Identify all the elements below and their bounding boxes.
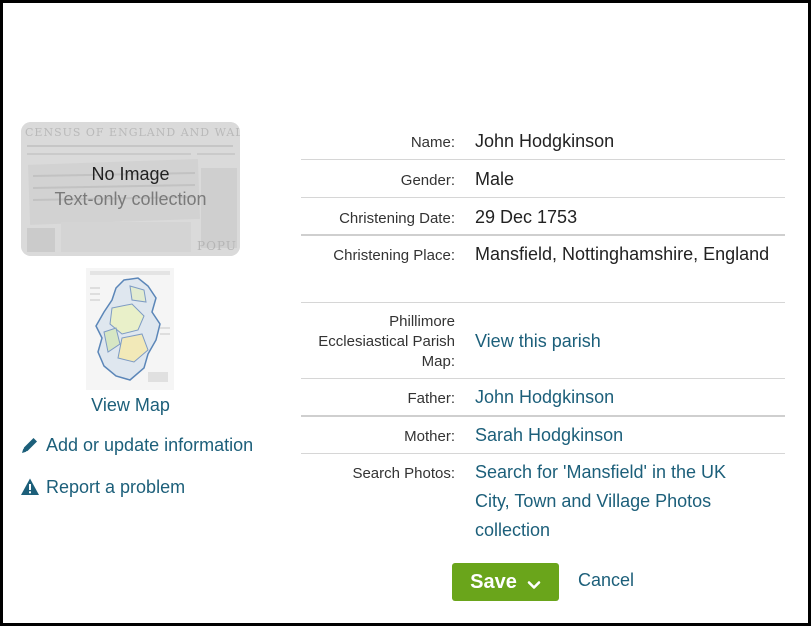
christening-place-label: Christening Place: xyxy=(333,247,455,264)
christening-place-value: Mansfield, Nottinghamshire, England xyxy=(475,244,770,264)
search-photos-link[interactable]: Search for 'Mansfield' in the UK City, T… xyxy=(475,454,785,550)
search-photos-label: Search Photos: xyxy=(352,465,455,482)
warning-icon xyxy=(20,477,40,497)
record-details-table: Name: John Hodgkinson Gender: Male Chris… xyxy=(301,122,785,550)
svg-text:CENSUS OF ENGLAND AND WALES.: CENSUS OF ENGLAND AND WALES. xyxy=(25,126,240,139)
detail-row-father: Father: John Hodgkinson xyxy=(301,379,785,417)
gender-label: Gender: xyxy=(400,172,455,189)
christening-date-label: Christening Date: xyxy=(339,210,455,227)
pencil-icon xyxy=(20,435,40,455)
report-problem-label: Report a problem xyxy=(46,476,186,497)
save-button[interactable]: Save xyxy=(452,563,559,601)
report-problem-link[interactable]: Report a problem xyxy=(20,474,185,500)
add-update-information-label: Add or update information xyxy=(46,434,254,455)
father-link[interactable]: John Hodgkinson xyxy=(475,379,785,415)
view-this-parish-link[interactable]: View this parish xyxy=(475,303,785,378)
record-image-placeholder: CENSUS OF ENGLAND AND WALES. POPU No Ima… xyxy=(21,122,240,256)
text-only-collection-label: Text-only collection xyxy=(54,189,207,209)
detail-row-name: Name: John Hodgkinson xyxy=(301,122,785,160)
mother-label: Mother: xyxy=(404,428,455,445)
detail-row-mother: Mother: Sarah Hodgkinson xyxy=(301,417,785,454)
detail-row-gender: Gender: Male xyxy=(301,160,785,198)
view-map-link[interactable]: View Map xyxy=(21,393,240,417)
father-label: Father: xyxy=(407,390,455,407)
chevron-down-icon xyxy=(527,575,541,589)
parish-map-label: Phillimore Ecclesiastical Parish Map: xyxy=(318,313,455,370)
no-image-text-block: No Image Text-only collection xyxy=(21,162,240,212)
mother-link[interactable]: Sarah Hodgkinson xyxy=(475,417,785,453)
detail-row-christening-place: Christening Place: Mansfield, Nottingham… xyxy=(301,236,785,303)
add-update-information-link[interactable]: Add or update information xyxy=(20,432,253,458)
svg-text:POPU: POPU xyxy=(197,239,237,253)
save-button-label: Save xyxy=(470,570,517,593)
christening-date-value: 29 Dec 1753 xyxy=(475,207,578,227)
detail-row-parish-map: Phillimore Ecclesiastical Parish Map: Vi… xyxy=(301,303,785,379)
detail-row-search-photos: Search Photos: Search for 'Mansfield' in… xyxy=(301,454,785,550)
gender-value: Male xyxy=(475,169,515,189)
no-image-label: No Image xyxy=(91,164,170,184)
cancel-link[interactable]: Cancel xyxy=(578,568,634,592)
name-value: John Hodgkinson xyxy=(475,131,615,151)
map-graphic-icon xyxy=(86,268,174,390)
name-label: Name: xyxy=(410,134,455,151)
parish-map-thumbnail[interactable] xyxy=(86,268,174,390)
detail-row-christening-date: Christening Date: 29 Dec 1753 xyxy=(301,198,785,236)
